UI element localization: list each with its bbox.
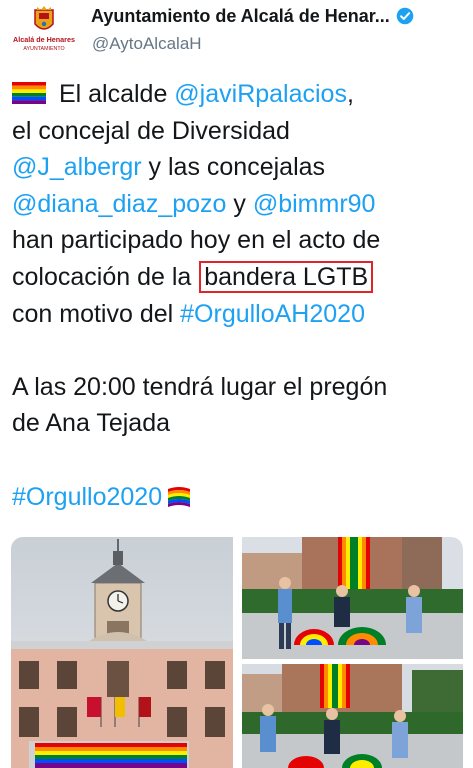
- logo-text-ayuntamiento: AYUNTAMIENTO: [23, 46, 64, 52]
- tweet-line-1: El alcalde @javiRpalacios,: [12, 76, 467, 113]
- tweet-line-7: con motivo del #OrgulloAH2020: [12, 296, 467, 333]
- tweet-header: Alcalá de Henares AYUNTAMIENTO Ayuntamie…: [0, 0, 473, 62]
- rainbow-flag-emoji-icon: [12, 82, 46, 104]
- hashtag-link-orgullo2020[interactable]: #Orgullo2020: [12, 483, 162, 511]
- rainbow-flag-emoji-icon: [168, 486, 191, 507]
- verified-badge-icon: [396, 7, 414, 25]
- tweet-line-5: han participado hoy en el acto de: [12, 222, 467, 259]
- tweet-text-segment: el concejal de Diversidad: [12, 116, 290, 145]
- tweet-line-4: @diana_diaz_pozo y @bimmr90: [12, 186, 467, 223]
- tweet-text-segment: y las concejalas: [141, 153, 326, 182]
- highlighted-phrase: bandera LGTB: [199, 260, 374, 293]
- rainbow-flag-group-photo[interactable]: [242, 537, 463, 659]
- tweet-line-10: #Orgullo2020: [12, 479, 467, 516]
- town-hall-tower-photo[interactable]: [11, 537, 233, 768]
- tweet-text: El alcalde @javiRpalacios, el concejal d…: [12, 76, 467, 515]
- tweet-line-6: colocación de la bandera LGTB: [12, 259, 467, 296]
- account-avatar[interactable]: Alcalá de Henares AYUNTAMIENTO: [13, 4, 75, 54]
- tweet-line-8: A las 20:00 tendrá lugar el pregón: [12, 369, 467, 406]
- tweet-text-segment: A las 20:00 tendrá lugar el pregón: [12, 372, 388, 401]
- mention-link-bimmr90[interactable]: @bimmr90: [253, 190, 376, 218]
- tweet-line-3: @J_albergr y las concejalas: [12, 149, 467, 186]
- tweet-text-segment: El alcalde: [52, 80, 175, 108]
- tweet-media-grid: [11, 537, 463, 768]
- tweet-line-2: el concejal de Diversidad: [12, 113, 467, 150]
- mention-link-j-albergr[interactable]: @J_albergr: [12, 153, 142, 181]
- rainbow-flag-group-photo-2[interactable]: [242, 664, 463, 768]
- account-handle[interactable]: @AytoAlcalaH: [92, 34, 202, 54]
- mention-link-javirpalacios[interactable]: @javiRpalacios: [174, 80, 347, 108]
- tweet-text-segment: con motivo del: [12, 299, 181, 328]
- tweet-text-segment: ,: [346, 80, 354, 108]
- tweet-text-segment: y: [226, 189, 253, 218]
- tweet-text-segment: han participado hoy en el acto de: [12, 226, 381, 255]
- logo-text-city: Alcalá de Henares: [13, 35, 75, 44]
- city-crest-icon: Alcalá de Henares AYUNTAMIENTO: [13, 6, 75, 52]
- account-display-name[interactable]: Ayuntamiento de Alcalá de Henar...: [91, 6, 390, 27]
- tweet-line-9: de Ana Tejada: [12, 405, 467, 442]
- tweet-text-segment: de Ana Tejada: [12, 409, 171, 438]
- account-name-row[interactable]: Ayuntamiento de Alcalá de Henar...: [91, 4, 414, 28]
- hashtag-link-orgulloah2020[interactable]: #OrgulloAH2020: [180, 300, 365, 328]
- tweet-text-segment: colocación de la: [12, 262, 199, 291]
- mention-link-diana-diaz-pozo[interactable]: @diana_diaz_pozo: [12, 190, 226, 218]
